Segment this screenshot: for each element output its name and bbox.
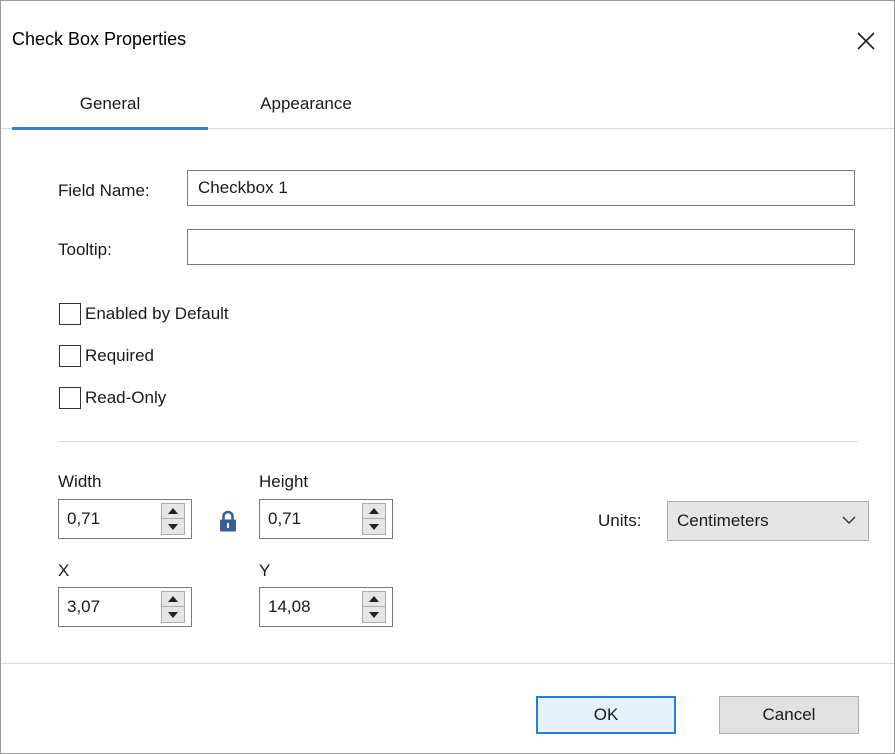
arrow-down-icon (369, 611, 379, 618)
x-spin-buttons (161, 591, 185, 623)
height-label: Height (259, 472, 309, 491)
field-name-label: Field Name: (58, 181, 150, 200)
footer-divider (1, 663, 894, 664)
section-divider (58, 441, 858, 442)
lock-icon[interactable] (219, 510, 237, 532)
x-label: X (58, 561, 70, 580)
title-bar: Check Box Properties (1, 1, 894, 79)
x-increment-button[interactable] (162, 592, 184, 607)
checkbox-box[interactable] (59, 303, 81, 325)
tab-appearance[interactable]: Appearance (208, 79, 404, 129)
height-spin-buttons (362, 503, 386, 535)
width-spinbox (58, 499, 192, 539)
y-spinbox (259, 587, 393, 627)
width-input[interactable] (59, 500, 155, 538)
width-spin-buttons (161, 503, 185, 535)
height-spinbox (259, 499, 393, 539)
arrow-up-icon (168, 508, 178, 514)
field-name-input[interactable] (187, 170, 855, 206)
arrow-down-icon (168, 523, 178, 530)
height-increment-button[interactable] (363, 504, 385, 519)
x-input[interactable] (59, 588, 155, 626)
width-label: Width (58, 472, 102, 491)
checkbox-label: Read-Only (85, 388, 167, 407)
checkbox-label: Enabled by Default (85, 304, 229, 323)
width-increment-button[interactable] (162, 504, 184, 519)
y-decrement-button[interactable] (363, 607, 385, 622)
arrow-up-icon (369, 508, 379, 514)
width-decrement-button[interactable] (162, 519, 184, 534)
x-decrement-button[interactable] (162, 607, 184, 622)
height-decrement-button[interactable] (363, 519, 385, 534)
ok-button[interactable]: OK (536, 696, 676, 734)
check-box-properties-dialog: Check Box Properties General Appearance … (0, 0, 895, 754)
arrow-down-icon (369, 523, 379, 530)
checkbox-box[interactable] (59, 387, 81, 409)
y-label: Y (259, 561, 271, 580)
checkbox-box[interactable] (59, 345, 81, 367)
read-only-checkbox[interactable]: Read-Only (59, 386, 166, 410)
arrow-up-icon (168, 596, 178, 602)
tooltip-label: Tooltip: (58, 240, 112, 259)
tab-general[interactable]: General (12, 79, 208, 130)
dialog-title: Check Box Properties (12, 29, 187, 49)
height-input[interactable] (260, 500, 356, 538)
close-button[interactable] (846, 21, 886, 61)
arrow-up-icon (369, 596, 379, 602)
arrow-down-icon (168, 611, 178, 618)
checkbox-label: Required (85, 346, 154, 365)
close-icon (857, 32, 875, 50)
chevron-down-icon (842, 516, 856, 524)
tab-bar: General Appearance (1, 79, 894, 130)
y-spin-buttons (362, 591, 386, 623)
cancel-button[interactable]: Cancel (719, 696, 859, 734)
units-dropdown[interactable]: Centimeters (667, 501, 869, 541)
y-increment-button[interactable] (363, 592, 385, 607)
units-selected-value: Centimeters (677, 511, 769, 530)
enabled-by-default-checkbox[interactable]: Enabled by Default (59, 302, 229, 326)
units-label: Units: (598, 511, 642, 530)
y-input[interactable] (260, 588, 356, 626)
required-checkbox[interactable]: Required (59, 344, 154, 368)
x-spinbox (58, 587, 192, 627)
tooltip-input[interactable] (187, 229, 855, 265)
